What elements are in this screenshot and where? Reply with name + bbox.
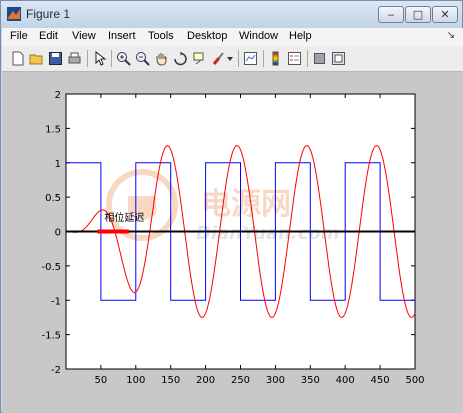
watermark-en-text: DianYuan.com [196, 223, 340, 244]
y-tick-label: -0.5 [41, 262, 61, 273]
y-tick-label: 0.5 [45, 193, 61, 204]
y-tick-label: 2 [55, 90, 61, 101]
y-tick-label: -1.5 [41, 331, 61, 342]
x-tick-label: 150 [161, 375, 180, 386]
y-tick-label: -1 [51, 296, 61, 307]
x-tick-label: 400 [336, 375, 355, 386]
x-tick-label: 450 [371, 375, 390, 386]
y-tick-label: -2 [51, 365, 61, 376]
x-tick-label: 500 [405, 375, 424, 386]
watermark-cn-text: 电源网 [201, 187, 291, 222]
x-tick-label: 300 [266, 375, 285, 386]
plot-canvas[interactable]: 50 100 150 200 250 300 350 400 450 500 -2 -1.5 -1 -0.… [0, 0, 463, 413]
x-tick-label: 250 [231, 375, 250, 386]
y-tick-label: 1 [55, 159, 61, 170]
x-tick-label: 50 [95, 375, 108, 386]
x-tick-label: 350 [301, 375, 320, 386]
phase-delay-annotation: 相位延迟 [104, 211, 144, 224]
y-tick-label: 0 [55, 228, 61, 239]
x-tick-label: 200 [196, 375, 215, 386]
x-tick-label: 100 [126, 375, 145, 386]
y-tick-label: 1.5 [45, 124, 61, 135]
